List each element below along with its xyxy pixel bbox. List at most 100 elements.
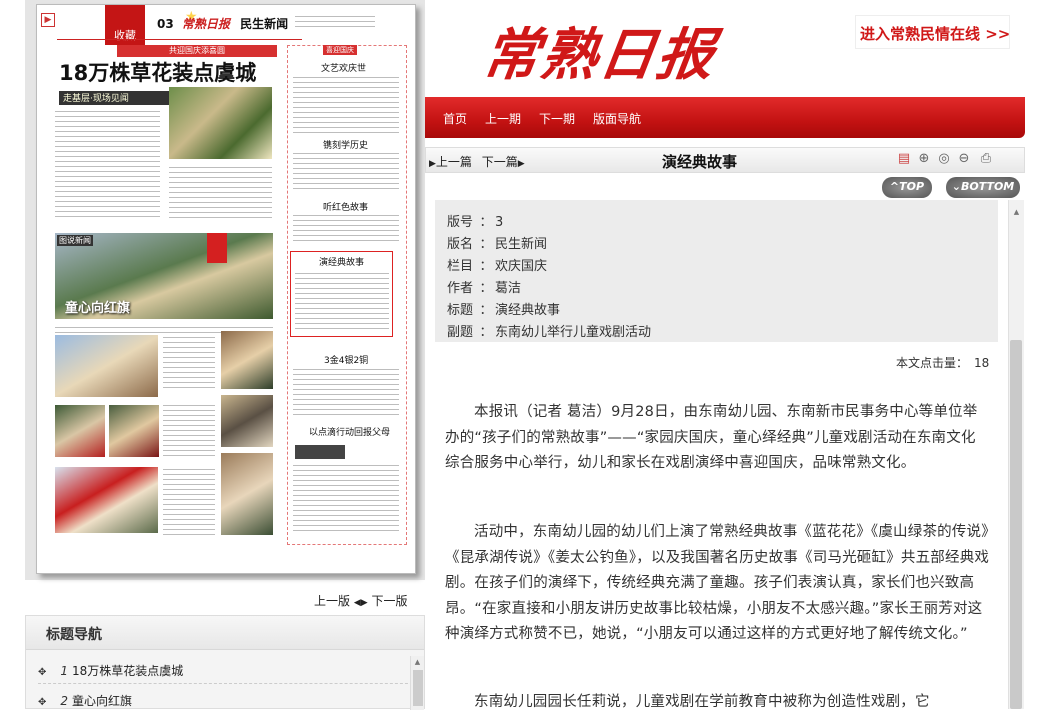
bottom-button[interactable]: ⌄BOTTOM bbox=[946, 177, 1020, 198]
side-head-5[interactable]: 3金4银2铜 bbox=[324, 353, 368, 366]
minqing-online-link[interactable]: 进入常熟民情在线 >> bbox=[855, 15, 1010, 49]
meta-row-column: 栏目 ：欢庆国庆 bbox=[447, 255, 547, 274]
photo-workers bbox=[169, 87, 272, 159]
arrow-right-icon[interactable]: ▶ bbox=[361, 598, 368, 608]
photo-soldier-2 bbox=[109, 405, 159, 457]
scroll-up-icon[interactable]: ▲ bbox=[1009, 208, 1024, 216]
corner-flag-icon: ▶ bbox=[41, 13, 55, 27]
item-number: 2 bbox=[60, 694, 69, 708]
hits-label: 本文点击量： bbox=[896, 356, 969, 370]
meta-value: 欢庆国庆 bbox=[495, 259, 548, 274]
bottom-label: BOTTOM bbox=[960, 180, 1015, 193]
meta-sep: ： bbox=[479, 237, 493, 252]
diamond-bullet-icon: ✥ bbox=[38, 667, 47, 678]
meta-key: 版号 bbox=[447, 215, 474, 230]
photo-child-2 bbox=[221, 395, 273, 447]
zoom-out-icon[interactable]: ⊖ bbox=[956, 151, 972, 167]
article-meta: 版号： 3 版名：民生新闻 栏目：欢庆国庆 作者：葛洁 标题：演经典故事 副题：东… bbox=[435, 200, 998, 342]
article-paragraph-2: 活动中，东南幼儿园的幼儿们上演了常熟经典故事《蓝花花》《虞山绿茶的传说》《昆承湖… bbox=[445, 524, 990, 642]
top-label: TOP bbox=[899, 180, 925, 193]
meta-row-subtitle: 副题 ：东南幼儿举行儿童戏剧活动 bbox=[447, 321, 651, 340]
meta-value: 东南幼儿举行儿童戏剧活动 bbox=[495, 325, 652, 340]
article-paragraph-1: 本报讯（记者 葛洁）9月28日，由东南幼儿园、东南新市民事务中心等单位举办的“孩… bbox=[445, 404, 978, 471]
hits-value: 18 bbox=[974, 356, 990, 370]
meta-row-page-name: 版名 ：民生新闻 bbox=[447, 233, 547, 252]
zoom-in-icon[interactable]: ⊕ bbox=[916, 151, 932, 167]
arrow-left-icon[interactable]: ◀ bbox=[354, 598, 361, 608]
hit-counter: 本文点击量： 18 bbox=[896, 354, 989, 371]
meta-sep: ： bbox=[479, 259, 493, 274]
article-toolbar: ▶上一篇 下一篇▶ 演经典故事 ▤ ⊕ ◎ ⊖ ⎙ bbox=[425, 147, 1025, 173]
side-head-4[interactable]: 演经典故事 bbox=[319, 255, 364, 268]
title-nav-item[interactable]: ✥ 1 18万株草花装点虞城 bbox=[38, 656, 418, 684]
side-head-2[interactable]: 镌刻学历史 bbox=[323, 138, 368, 151]
meta-key: 栏目 bbox=[447, 259, 474, 274]
thumb-banner: 共迎国庆添喜圆 bbox=[117, 45, 277, 57]
nav-page-nav[interactable]: 版面导航 bbox=[593, 110, 641, 127]
photo-soldier-1 bbox=[55, 405, 105, 457]
zoom-reset-icon[interactable]: ◎ bbox=[936, 151, 952, 167]
photo-tag: 图说新闻 bbox=[57, 235, 93, 246]
meta-row-title: 标题 ：演经典故事 bbox=[447, 299, 560, 318]
meta-value: 3 bbox=[495, 215, 504, 230]
photo-kids-flags bbox=[55, 467, 158, 533]
caret-down-icon: ⌄ bbox=[951, 180, 961, 193]
page-number: 03 bbox=[157, 17, 174, 31]
meta-sep: ： bbox=[479, 215, 493, 230]
scroll-up-icon[interactable]: ▲ bbox=[411, 658, 424, 666]
prev-page-link[interactable]: 上一版 bbox=[314, 594, 350, 608]
item-number: 1 bbox=[60, 664, 69, 678]
item-title: 童心向红旗 bbox=[72, 694, 133, 708]
meta-sep: ： bbox=[479, 303, 493, 318]
meta-value: 演经典故事 bbox=[495, 303, 561, 318]
column-logo bbox=[295, 445, 345, 459]
side-head-3[interactable]: 听红色故事 bbox=[323, 200, 368, 213]
title-navigation: 标题导航 ✥ 1 18万株草花装点虞城 ✥ 2 童心向红旗 ▲ bbox=[25, 615, 425, 710]
thumb-headline: 18万株草花装点虞城 bbox=[59, 61, 257, 85]
meta-key: 副题 bbox=[447, 325, 474, 340]
title-nav-scrollbar[interactable]: ▲ bbox=[410, 656, 424, 710]
section-name: 民生新闻 bbox=[240, 17, 289, 31]
article-title: 演经典故事 bbox=[662, 153, 738, 171]
title-nav-heading: 标题导航 bbox=[26, 616, 424, 650]
caret-up-icon: ^ bbox=[889, 180, 900, 193]
meta-key: 标题 bbox=[447, 303, 474, 318]
meta-sep: ： bbox=[479, 325, 493, 340]
meta-value: 民生新闻 bbox=[495, 237, 548, 252]
clipboard-icon[interactable]: ▤ bbox=[896, 151, 912, 167]
newspaper-page-thumbnail[interactable]: ▶ ★ 收藏 03 常熟日报 民生新闻 共迎国庆添喜圆 18万株草花装点虞城 走… bbox=[36, 4, 416, 574]
photo-child-1 bbox=[221, 331, 273, 389]
meta-row-author: 作者 ：葛洁 bbox=[447, 277, 521, 296]
print-icon[interactable]: ⎙ bbox=[978, 151, 994, 167]
next-page-link[interactable]: 下一版 bbox=[372, 594, 408, 608]
title-nav-item[interactable]: ✥ 2 童心向红旗 bbox=[38, 686, 418, 714]
meta-sep: ： bbox=[479, 281, 493, 296]
main-nav: 首页 上一期 下一期 版面导航 bbox=[443, 110, 659, 127]
site-logo[interactable]: 常熟日报 bbox=[478, 10, 721, 91]
nav-next-issue[interactable]: 下一期 bbox=[539, 110, 575, 127]
red-flag-shape bbox=[207, 233, 227, 263]
meta-key: 版名 bbox=[447, 237, 474, 252]
masthead-small: 常熟日报 bbox=[181, 17, 230, 31]
meta-row-page-no: 版号 ： 3 bbox=[447, 211, 503, 230]
photo-school bbox=[55, 335, 158, 397]
top-button[interactable]: ^TOP bbox=[882, 177, 932, 198]
article-paragraph-3: 东南幼儿园园长任莉说，儿童戏剧在学前教育中被称为创造性戏剧，它 bbox=[474, 694, 930, 710]
side-head-1[interactable]: 文艺欢庆世 bbox=[321, 61, 366, 74]
meta-key: 作者 bbox=[447, 281, 474, 296]
meta-value: 葛洁 bbox=[495, 281, 522, 296]
side-head-6[interactable]: 以点滴行动回报父母 bbox=[309, 425, 390, 438]
corner-label: 喜迎国庆 bbox=[323, 45, 357, 55]
next-arrow-icon[interactable]: ▶ bbox=[518, 159, 525, 169]
prev-arrow-icon[interactable]: ▶ bbox=[429, 159, 436, 169]
nav-home[interactable]: 首页 bbox=[443, 110, 467, 127]
prev-article-link[interactable]: 上一篇 bbox=[436, 155, 472, 169]
next-article-link[interactable]: 下一篇 bbox=[482, 155, 518, 169]
nav-prev-issue[interactable]: 上一期 bbox=[485, 110, 521, 127]
item-title: 18万株草花装点虞城 bbox=[72, 664, 184, 678]
thumb-subbanner: 走基层·现场见闻 bbox=[59, 91, 179, 105]
page-pager: 上一版 ◀▶ 下一版 bbox=[314, 592, 408, 609]
photo-child-3 bbox=[221, 453, 273, 535]
scrollbar-thumb[interactable] bbox=[1010, 340, 1022, 709]
collect-label: 收藏 bbox=[114, 29, 136, 42]
